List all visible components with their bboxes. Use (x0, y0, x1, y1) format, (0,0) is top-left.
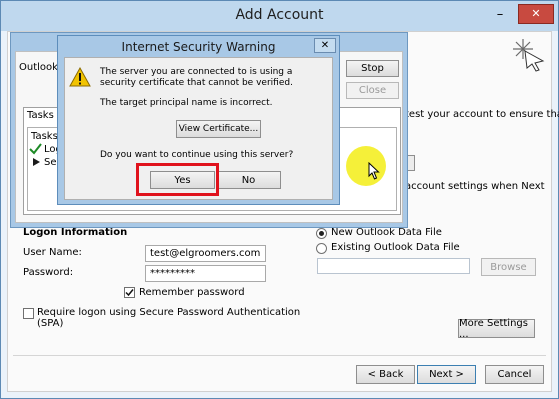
back-button[interactable]: < Back (356, 365, 415, 384)
bottom-divider (13, 355, 546, 356)
outlook-label: Outlook (19, 62, 58, 73)
browse-button[interactable]: Browse (481, 258, 536, 276)
tasks-tab-label[interactable]: Tasks (27, 110, 54, 121)
minimize-button[interactable]: – (487, 5, 513, 25)
tasks-list-header: Tasks (31, 131, 58, 142)
spa-label-line2: (SPA) (37, 318, 64, 329)
password-label: Password: (23, 267, 74, 278)
user-name-field[interactable]: test@elgroomers.com (145, 245, 266, 262)
new-data-file-radio[interactable] (316, 228, 327, 239)
warning-icon (69, 67, 91, 87)
principal-name-message: The target principal name is incorrect. (100, 98, 273, 108)
continue-question: Do you want to continue using this serve… (100, 150, 294, 160)
logon-section-heading: Logon Information (23, 227, 128, 238)
status-text: test your account to ensure that (405, 109, 559, 120)
existing-data-file-radio[interactable] (316, 243, 327, 254)
spa-label-line1: Require logon using Secure Password Auth… (37, 307, 301, 318)
stop-button[interactable]: Stop (346, 60, 399, 77)
close-window-button[interactable]: ✕ (518, 4, 554, 24)
next-button[interactable]: Next > (417, 365, 476, 384)
remember-password-checkbox[interactable] (124, 287, 135, 298)
no-button[interactable]: No (216, 171, 281, 189)
mouse-cursor-icon (368, 162, 380, 180)
window-title: Add Account (235, 7, 324, 23)
checkmark-icon (125, 289, 134, 297)
cancel-button[interactable]: Cancel (485, 365, 544, 384)
spa-label: Require logon using Secure Password Auth… (37, 307, 300, 329)
green-checkmark-icon (29, 143, 42, 155)
dialog-close-button[interactable]: ✕ (314, 38, 336, 53)
yes-highlight-box (136, 163, 219, 196)
remember-password-label: Remember password (139, 287, 245, 298)
play-arrow-icon (33, 158, 40, 166)
spa-checkbox[interactable] (23, 308, 34, 319)
dialog-title: Internet Security Warning (121, 40, 276, 54)
existing-data-file-label: Existing Outlook Data File (331, 242, 460, 253)
password-field[interactable]: ********* (145, 265, 266, 282)
view-certificate-button[interactable]: View Certificate... (176, 120, 261, 138)
close-progress-button[interactable]: Close (346, 82, 399, 99)
status-text-2: account settings when Next (405, 181, 545, 192)
user-name-label: User Name: (23, 247, 82, 258)
warning-message: The server you are connected to is using… (100, 67, 293, 88)
cursor-highlight (346, 146, 386, 186)
data-file-path-field[interactable] (317, 258, 470, 274)
new-data-file-label: New Outlook Data File (331, 227, 442, 238)
more-settings-button[interactable]: More Settings ... (458, 318, 535, 340)
sparkle-icon (513, 39, 545, 72)
